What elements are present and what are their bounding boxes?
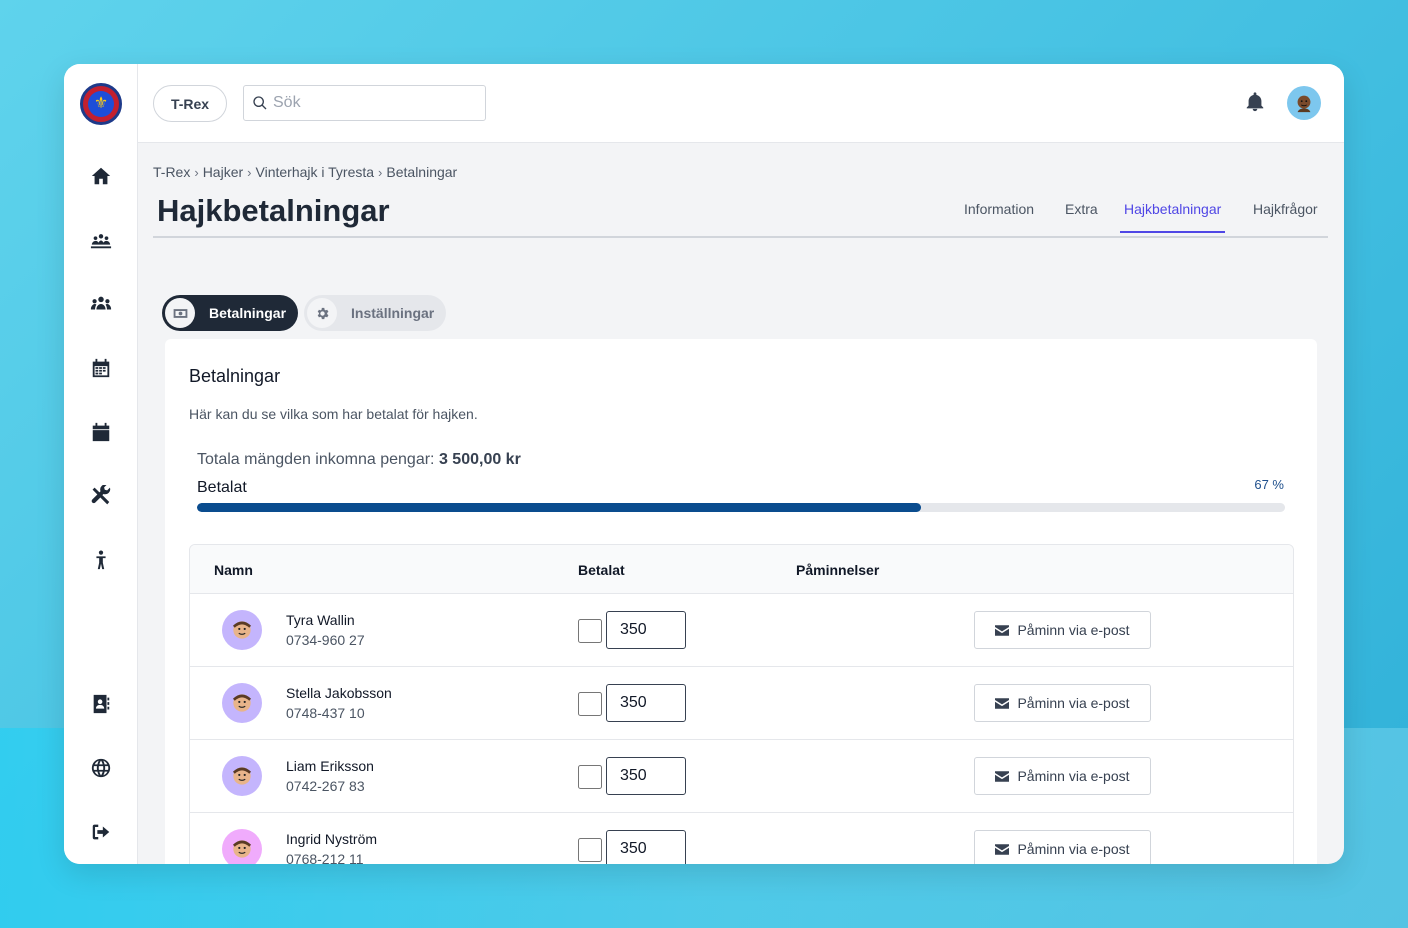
tab-installningar[interactable]: Inställningar [304,295,447,331]
user-avatar[interactable] [1287,86,1321,120]
sidebar: ⚜ [64,64,138,864]
table-row: Stella Jakobsson 0748-437 10 Påminn via … [190,667,1293,740]
organization-button[interactable]: T-Rex [153,85,227,122]
top-bar: T-Rex [138,64,1344,143]
breadcrumb-item[interactable]: Vinterhajk i Tyresta [256,164,375,180]
remind-email-button[interactable]: Påminn via e-post [974,757,1151,795]
tab-betalningar[interactable]: Betalningar [162,295,299,331]
amount-input[interactable] [606,830,686,864]
remind-label: Påminn via e-post [1017,622,1130,638]
search-box[interactable] [243,85,486,121]
avatar-face-icon [232,694,252,712]
amount-input[interactable] [606,757,686,795]
member-phone: 0768-212 11 [286,851,364,864]
paid-percent: 67 % [1254,477,1284,492]
column-header-paid: Betalat [578,562,625,578]
member-phone: 0748-437 10 [286,705,365,721]
home-icon[interactable] [88,163,114,189]
total-value: 3 500,00 kr [438,451,521,468]
table-header: Namn Betalat Påminnelser [190,545,1293,594]
app-window: ⚜ T-Rex Sök T-Rex › Hajker › Vinterhajk … [64,64,1344,864]
sub-tabs: Betalningar Inställningar [162,295,447,331]
envelope-icon [995,697,1010,709]
tab-label: Betalningar [209,305,287,321]
search-icon [253,96,267,110]
paid-progress-fill [197,503,921,512]
contacts-icon[interactable] [88,691,114,717]
chevron-right-icon: › [247,164,252,180]
member-phone: 0734-960 27 [286,632,365,648]
member-name: Tyra Wallin [286,612,355,628]
remind-label: Påminn via e-post [1017,841,1130,857]
search-input[interactable] [273,94,473,112]
payments-card: Betalningar Här kan du se vilka som har … [165,339,1317,864]
paid-checkbox[interactable] [578,692,602,716]
member-phone: 0742-267 83 [286,778,365,794]
avatar-face-icon [232,840,252,858]
chevron-right-icon: › [378,164,383,180]
paid-checkbox[interactable] [578,765,602,789]
tab-extra[interactable]: Extra [1065,201,1098,231]
remind-label: Påminn via e-post [1017,695,1130,711]
avatar-face-icon [232,767,252,785]
card-title: Betalningar [189,366,281,386]
amount-input[interactable] [606,684,686,722]
card-description: Här kan du se vilka som har betalat för … [189,406,478,422]
calendar-icon[interactable] [88,355,114,381]
member-avatar [222,683,262,723]
bell-icon[interactable] [1244,91,1266,113]
members-icon[interactable] [88,291,114,317]
member-avatar [222,829,262,864]
table-row: Liam Eriksson 0742-267 83 Påminn via e-p… [190,740,1293,813]
paid-checkbox[interactable] [578,619,602,643]
page-title: Hajkbetalningar [157,193,390,228]
payments-table: Namn Betalat Påminnelser Tyra Wallin 073… [189,544,1294,864]
paid-progress-bar [197,503,1285,512]
organization-logo[interactable]: ⚜ [80,83,122,125]
tools-icon[interactable] [88,483,114,509]
tab-information[interactable]: Information [964,201,1034,231]
event-calendar-icon[interactable] [88,419,114,445]
member-avatar [222,610,262,650]
money-icon [165,298,195,328]
gear-icon [307,298,338,328]
tab-label: Inställningar [351,305,435,321]
logout-icon[interactable] [88,819,114,845]
tab-hajkfragor[interactable]: Hajkfrågor [1253,201,1318,231]
member-name: Stella Jakobsson [286,685,392,701]
remind-email-button[interactable]: Påminn via e-post [974,830,1151,864]
breadcrumb-item[interactable]: T-Rex [153,164,190,180]
remind-email-button[interactable]: Påminn via e-post [974,611,1151,649]
patrol-icon[interactable] [88,227,114,253]
breadcrumb: T-Rex › Hajker › Vinterhajk i Tyresta › … [153,164,457,180]
total-income: Totala mängden inkomna pengar: 3 500,00 … [197,451,521,469]
remind-label: Påminn via e-post [1017,768,1130,784]
member-name: Liam Eriksson [286,758,374,774]
envelope-icon [995,770,1010,782]
member-name: Ingrid Nyström [286,831,378,847]
total-label: Totala mängden inkomna pengar: [197,451,435,468]
remind-email-button[interactable]: Påminn via e-post [974,684,1151,722]
table-row: Ingrid Nyström 0768-212 11 Påminn via e-… [190,813,1293,864]
scout-person-icon[interactable] [88,547,114,573]
avatar-face-icon [232,621,252,639]
chevron-right-icon: › [194,164,199,180]
tab-hajkbetalningar[interactable]: Hajkbetalningar [1120,201,1226,233]
amount-input[interactable] [606,611,686,649]
member-avatar [222,756,262,796]
breadcrumb-item: Betalningar [386,164,458,180]
envelope-icon [995,624,1010,636]
column-header-name: Namn [214,562,253,578]
breadcrumb-item[interactable]: Hajker [203,164,243,180]
paid-label: Betalat [197,479,247,496]
table-row: Tyra Wallin 0734-960 27 Påminn via e-pos… [190,594,1293,667]
envelope-icon [995,843,1010,855]
column-header-reminders: Påminnelser [796,562,880,578]
paid-checkbox[interactable] [578,838,602,862]
globe-icon[interactable] [88,755,114,781]
